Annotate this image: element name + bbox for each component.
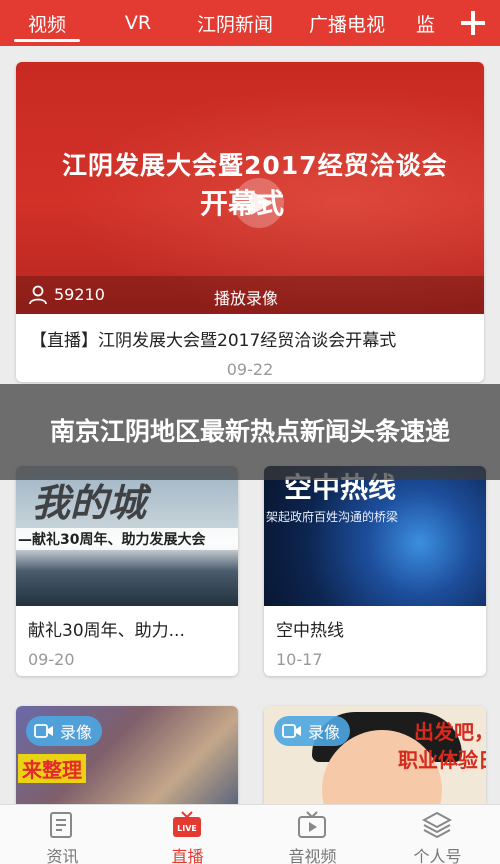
video-card[interactable]: 我的城 —献礼30周年、助力发展大会 献礼30周年、助力... 09-20 — [16, 466, 238, 676]
plus-icon — [461, 11, 485, 35]
person-icon — [29, 285, 47, 305]
video-date: 10-17 — [276, 650, 323, 669]
replay-label[interactable]: 播放录像 — [214, 285, 278, 309]
tab-broadcast-tv[interactable]: 广播电视 — [288, 0, 406, 46]
headline-banner: 南京江阴地区最新热点新闻头条速递 — [0, 384, 500, 480]
video-thumbnail[interactable]: 来整理 录像 — [16, 706, 238, 816]
live-icon: LIVE — [173, 811, 201, 837]
tab-video[interactable]: 视频 — [0, 0, 94, 46]
thumbnail-text: 来整理 — [18, 754, 86, 783]
bottom-nav: 资讯 LIVE 直播 音视频 个人号 — [0, 804, 500, 864]
recording-badge: 录像 — [274, 716, 351, 746]
tab-vr[interactable]: VR — [94, 0, 182, 46]
video-title[interactable]: 空中热线 — [276, 616, 344, 641]
video-title[interactable]: 献礼30周年、助力... — [28, 616, 185, 641]
add-channel-button[interactable] — [446, 0, 500, 46]
video-camera-icon — [282, 724, 301, 738]
nav-item-news[interactable]: 资讯 — [0, 805, 125, 864]
nav-label: 个人号 — [413, 847, 462, 864]
featured-thumbnail[interactable]: 江阴发展大会暨2017经贸洽谈会 开幕式 59210 播放录像 — [16, 62, 484, 314]
video-thumbnail[interactable]: 出发吧，小伙 职业体验日 录像 — [264, 706, 486, 816]
nav-label: 直播 — [171, 847, 204, 864]
play-button[interactable] — [234, 178, 284, 228]
nav-label: 音视频 — [288, 847, 337, 864]
video-thumbnail[interactable]: 空中热线 架起政府百姓沟通的桥梁 — [264, 466, 486, 606]
video-card[interactable]: 出发吧，小伙 职业体验日 录像 — [264, 706, 486, 816]
recording-badge: 录像 — [26, 716, 103, 746]
nav-item-media[interactable]: 音视频 — [250, 805, 375, 864]
video-camera-icon — [34, 724, 53, 738]
news-icon — [50, 812, 72, 838]
video-card[interactable]: 空中热线 架起政府百姓沟通的桥梁 空中热线 10-17 — [264, 466, 486, 676]
video-card[interactable]: 来整理 录像 — [16, 706, 238, 816]
thumbnail-subtitle-text: 架起政府百姓沟通的桥梁 — [266, 510, 399, 524]
media-icon — [298, 811, 326, 838]
nav-label: 资讯 — [46, 847, 79, 864]
badge-label: 录像 — [60, 723, 93, 742]
headline-text: 南京江阴地区最新热点新闻头条速递 — [49, 417, 450, 446]
thumbnail-strip-text: —献礼30周年、助力发展大会 — [18, 532, 206, 548]
svg-text:LIVE: LIVE — [177, 824, 197, 833]
nav-item-live[interactable]: LIVE 直播 — [125, 805, 250, 864]
video-thumbnail[interactable]: 我的城 —献礼30周年、助力发展大会 — [16, 466, 238, 606]
thumbnail-meta-bar: 59210 播放录像 — [16, 276, 484, 314]
featured-date: 09-22 — [226, 360, 274, 379]
play-icon — [251, 191, 273, 215]
nav-item-personal[interactable]: 个人号 — [375, 805, 500, 864]
featured-video-card[interactable]: 江阴发展大会暨2017经贸洽谈会 开幕式 59210 播放录像 【直播】江阴发展… — [16, 62, 484, 382]
tab-monitor[interactable]: 监 — [406, 0, 446, 46]
top-tab-bar: 视频 VR 江阴新闻 广播电视 监 — [0, 0, 500, 46]
layers-icon — [422, 811, 452, 839]
video-date: 09-20 — [28, 650, 75, 669]
featured-title[interactable]: 【直播】江阴发展大会暨2017经贸洽谈会开幕式 — [30, 326, 396, 351]
badge-label: 录像 — [308, 723, 341, 742]
thumbnail-text-bottom: 职业体验日 — [398, 748, 486, 772]
thumbnail-title-line1: 江阴发展大会暨2017经贸洽谈会 — [62, 151, 448, 180]
thumbnail-script-text: 我的城 — [32, 480, 147, 525]
viewer-count: 59210 — [54, 285, 105, 304]
thumbnail-text-top: 出发吧，小伙 — [414, 720, 486, 744]
tab-jiangyin-news[interactable]: 江阴新闻 — [182, 0, 288, 46]
